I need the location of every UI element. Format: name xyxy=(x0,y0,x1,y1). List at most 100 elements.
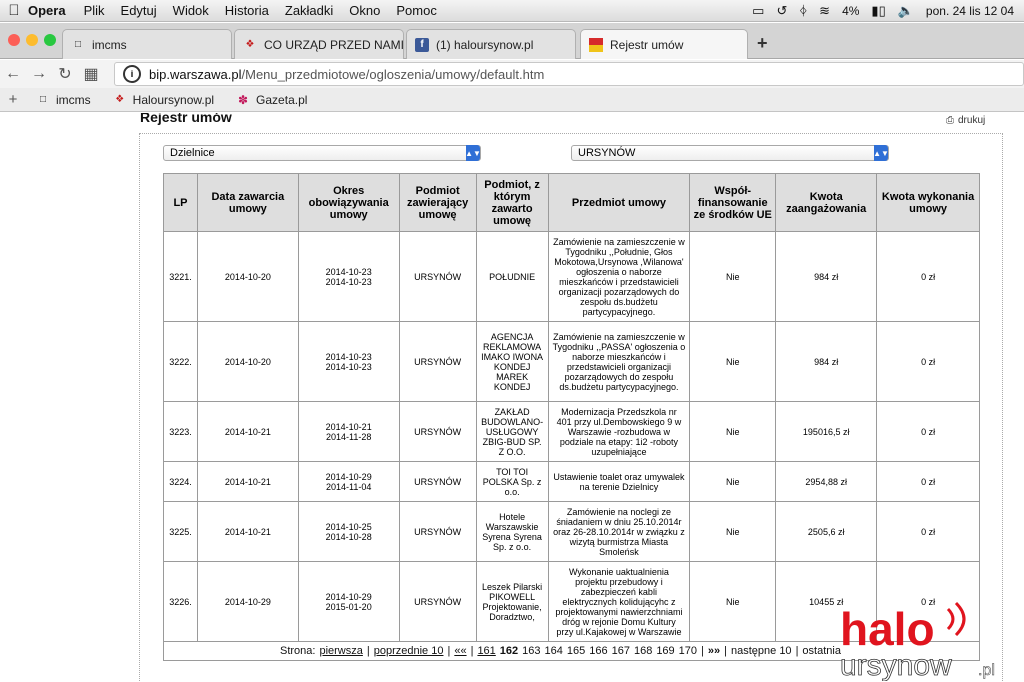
menu-zakladki[interactable]: Zakładki xyxy=(285,3,333,18)
pager-next-link[interactable]: »» xyxy=(708,645,720,657)
battery-icon[interactable]: ▮▯ xyxy=(871,3,885,19)
address-input[interactable]: i bip.warszawa.pl /Menu_przedmiotowe/ogl… xyxy=(114,62,1024,86)
pager-page-link[interactable]: 168 xyxy=(634,645,652,657)
district-select[interactable]: URSYNÓW ▲▼ xyxy=(571,145,889,161)
bookmark-label: Gazeta.pl xyxy=(256,92,308,107)
new-tab-button[interactable]: + xyxy=(757,33,768,54)
bluetooth-icon[interactable]: ᛄ xyxy=(799,3,807,18)
status-area: ▭ ↺ ᛄ ≋ 4% ▮▯ 🔈 pon. 24 lis 12 04 xyxy=(752,3,1024,19)
table-header: LP Data zawarcia umowy Okres obowiązywan… xyxy=(163,173,980,232)
pager-separator: | xyxy=(724,645,727,657)
period-from: 2014-10-29 xyxy=(325,471,372,482)
period-to: 2014-11-28 xyxy=(325,431,372,442)
pager-page-link[interactable]: 170 xyxy=(679,645,697,657)
pager-separator: | xyxy=(701,645,704,657)
menu-pomoc[interactable]: Pomoc xyxy=(396,3,436,18)
cell-period: 2014-10-29 2015-01-20 xyxy=(297,561,400,642)
cell-eu: Nie xyxy=(689,401,777,462)
bookmark-haloursynow[interactable]: ❖ Haloursynow.pl xyxy=(113,93,214,107)
table-row: 3225. 2014-10-21 2014-10-25 2014-10-28 UR… xyxy=(163,501,980,562)
back-icon[interactable]: ← xyxy=(0,65,26,83)
col-podmiot-zawierajacy: Podmiot zawierający umowę xyxy=(398,173,477,232)
apple-icon[interactable]:  xyxy=(0,2,28,19)
district-type-select[interactable]: Dzielnice ▲▼ xyxy=(163,145,481,161)
battery-percent: 4% xyxy=(842,3,860,18)
page-icon: □ xyxy=(74,39,82,50)
cell-lp: 3224. xyxy=(163,461,198,502)
screen-mirror-icon[interactable]: ▭ xyxy=(752,3,764,19)
col-data-zawarcia: Data zawarcia umowy xyxy=(196,173,299,232)
pager-page-link[interactable]: 164 xyxy=(545,645,563,657)
facebook-icon: f xyxy=(415,37,429,52)
period-from: 2014-10-23 xyxy=(325,266,372,277)
cell-executed: 0 zł xyxy=(876,231,980,322)
print-link[interactable]: ⎙ drukuj xyxy=(946,115,985,126)
cell-entity: URSYNÓW xyxy=(398,231,477,322)
forward-icon[interactable]: → xyxy=(26,65,52,83)
bookmark-label: Haloursynow.pl xyxy=(132,92,215,107)
pager-current-page: 162 xyxy=(499,645,519,657)
pager-page-link[interactable]: 169 xyxy=(656,645,674,657)
pager-last-link[interactable]: ostatnia xyxy=(802,645,841,657)
menu-plik[interactable]: Plik xyxy=(84,3,105,18)
haloursynow-icon: ❖ xyxy=(115,94,125,105)
col-wspolfinansowanie: Współ-finansowanie ze środków UE xyxy=(689,173,777,232)
clock[interactable]: pon. 24 lis 12 04 xyxy=(926,4,1014,18)
select-arrows-icon: ▲▼ xyxy=(465,145,481,161)
cell-eu: Nie xyxy=(689,231,777,322)
select-arrows-icon: ▲▼ xyxy=(873,145,889,161)
os-menubar:  Opera Plik Edytuj Widok Historia Zakła… xyxy=(0,0,1024,22)
menu-okno[interactable]: Okno xyxy=(349,3,380,18)
col-podmiot-z-ktorym: Podmiot, z którym zawarto umowę xyxy=(475,173,549,232)
printer-icon: ⎙ xyxy=(946,115,954,126)
reload-icon[interactable]: ↻ xyxy=(52,64,78,84)
cell-amount: 984 zł xyxy=(775,321,878,402)
cell-period: 2014-10-23 2014-10-23 xyxy=(297,321,400,402)
close-window-button[interactable] xyxy=(8,34,20,46)
pager-label: Strona: xyxy=(280,645,316,657)
table-row: 3223. 2014-10-21 2014-10-21 2014-11-28 UR… xyxy=(163,401,980,462)
tab-imcms[interactable]: □ imcms xyxy=(62,29,232,59)
cell-period: 2014-10-23 2014-10-23 xyxy=(297,231,400,322)
cell-lp: 3221. xyxy=(163,231,198,322)
pager-first-link[interactable]: pierwsza xyxy=(319,645,362,657)
tab-haloursynow[interactable]: f (1) haloursynow.pl xyxy=(406,29,576,59)
col-kwota-zaangazowania: Kwota zaangażowania xyxy=(775,173,878,232)
contracts-table: LP Data zawarcia umowy Okres obowiązywan… xyxy=(163,173,980,642)
speed-dial-icon[interactable]: ▦ xyxy=(78,64,104,84)
menu-widok[interactable]: Widok xyxy=(173,3,209,18)
col-okres: Okres obowiązywania umowy xyxy=(297,173,400,232)
bookmark-imcms[interactable]: □ imcms xyxy=(36,93,91,107)
period-to: 2014-10-28 xyxy=(325,531,372,542)
cell-entity: URSYNÓW xyxy=(398,561,477,642)
cell-lp: 3225. xyxy=(163,501,198,562)
tab-co-urzad[interactable]: ❖ CO URZĄD PRZED NAMI UKRY xyxy=(234,29,404,59)
cell-contractor: POŁUDNIE xyxy=(475,231,549,322)
cell-executed: 0 zł xyxy=(876,461,980,502)
volume-icon[interactable]: 🔈 xyxy=(898,3,914,19)
pager-page-link[interactable]: 167 xyxy=(612,645,630,657)
menu-historia[interactable]: Historia xyxy=(225,3,269,18)
pager-prev10-link[interactable]: poprzednie 10 xyxy=(374,645,444,657)
site-info-icon[interactable]: i xyxy=(123,65,141,83)
pager-prev-link[interactable]: «« xyxy=(454,645,466,657)
minimize-window-button[interactable] xyxy=(26,34,38,46)
bookmark-gazeta[interactable]: ✽ Gazeta.pl xyxy=(236,93,307,107)
tab-rejestr-umow[interactable]: Rejestr umów xyxy=(580,29,748,59)
pager-page-link[interactable]: 163 xyxy=(522,645,540,657)
pager-page-link[interactable]: 165 xyxy=(567,645,585,657)
cell-eu: Nie xyxy=(689,501,777,562)
zoom-window-button[interactable] xyxy=(44,34,56,46)
add-bookmark-icon[interactable]: + xyxy=(0,91,26,108)
pager-page-link[interactable]: 161 xyxy=(477,645,495,657)
bookmarks-bar: + □ imcms ❖ Haloursynow.pl ✽ Gazeta.pl xyxy=(0,88,1024,112)
cell-eu: Nie xyxy=(689,321,777,402)
menu-edytuj[interactable]: Edytuj xyxy=(121,3,157,18)
cell-executed: 0 zł xyxy=(876,501,980,562)
pager-page-link[interactable]: 166 xyxy=(589,645,607,657)
app-menu-opera[interactable]: Opera xyxy=(28,3,66,18)
pager-next10-link[interactable]: następne 10 xyxy=(731,645,792,657)
wifi-icon[interactable]: ≋ xyxy=(819,3,830,19)
time-machine-icon[interactable]: ↺ xyxy=(776,3,787,19)
cell-date: 2014-10-20 xyxy=(196,231,299,322)
